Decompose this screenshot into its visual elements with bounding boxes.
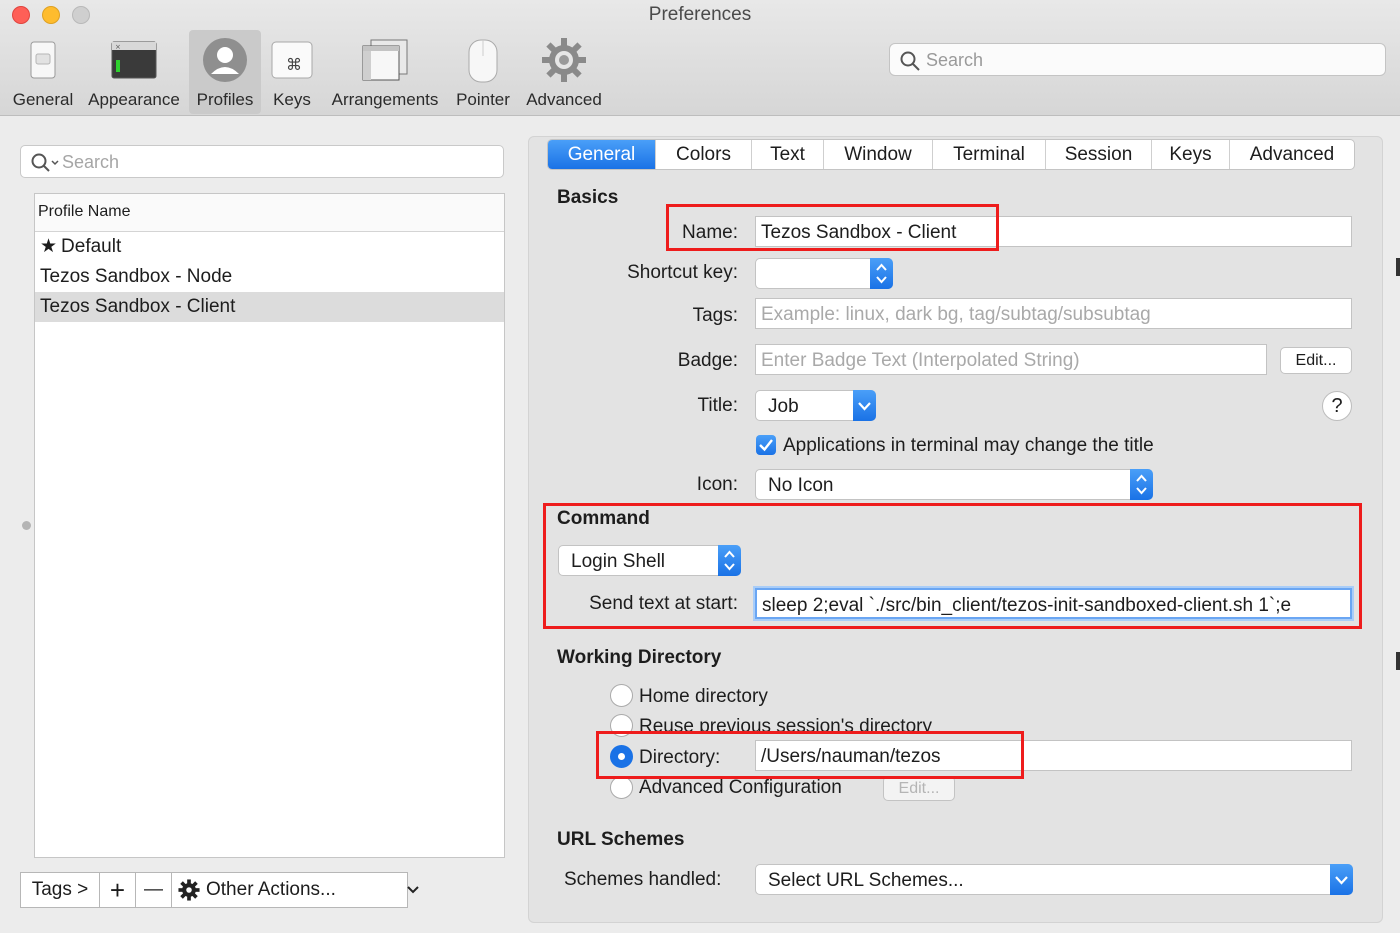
schemes-handled-label: Schemes handled:	[564, 869, 722, 890]
profile-actions-bar: Tags > + — Other Actions...	[20, 872, 419, 908]
tags-button[interactable]: Tags >	[21, 873, 100, 907]
badge-edit-button[interactable]: Edit...	[1280, 347, 1352, 374]
profiles-person-icon	[201, 36, 249, 84]
profile-row-tezos-client[interactable]: Tezos Sandbox - Client	[35, 292, 504, 322]
tab-colors[interactable]: Colors	[656, 140, 752, 169]
title-label: Title:	[697, 395, 738, 416]
tab-advanced[interactable]: Advanced	[1230, 140, 1354, 169]
window-title: Preferences	[648, 4, 752, 25]
annotation-box-directory	[596, 731, 1024, 779]
other-actions-menu[interactable]: Other Actions...	[172, 873, 419, 907]
default-star-icon: ★	[40, 236, 58, 257]
apps-change-title-label: Applications in terminal may change the …	[783, 435, 1154, 456]
toolbar-search-placeholder: Search	[926, 50, 984, 70]
splitter-handle[interactable]	[22, 521, 31, 530]
chevron-down-icon	[1330, 864, 1353, 895]
edge-artifact	[1396, 258, 1400, 276]
badge-label: Badge:	[677, 350, 738, 371]
profile-row-default[interactable]: ★ Default	[35, 232, 504, 262]
toolbar-search-field[interactable]: Search	[889, 43, 1386, 76]
checkmark-icon	[759, 439, 773, 452]
advanced-configuration-radio[interactable]	[610, 776, 633, 799]
svg-text:×: ×	[115, 43, 121, 51]
window-titlebar: Preferences General × Appearance Profile…	[0, 0, 1400, 116]
appearance-window-icon: ×	[110, 36, 158, 84]
tab-general[interactable]: General	[548, 140, 656, 169]
arrangements-windows-icon	[361, 36, 409, 84]
toolbar-arrangements[interactable]: Arrangements	[326, 30, 444, 114]
popup-arrows-icon	[870, 258, 893, 289]
title-popup[interactable]: Job	[755, 390, 876, 421]
toolbar-pointer[interactable]: Pointer	[451, 30, 515, 114]
toolbar-advanced[interactable]: Advanced	[522, 30, 606, 114]
shortcut-key-label: Shortcut key:	[627, 262, 738, 283]
toolbar-keys[interactable]: ⌘ Keys	[266, 30, 318, 114]
command-key-icon: ⌘	[268, 36, 316, 84]
profile-row-tezos-node[interactable]: Tezos Sandbox - Node	[35, 262, 504, 292]
profile-list: Profile Name ★ Default Tezos Sandbox - No…	[34, 193, 505, 858]
profile-search-field[interactable]: Search	[20, 145, 504, 178]
profile-row-label: Default	[61, 236, 122, 257]
annotation-box-command	[543, 503, 1362, 629]
basics-heading: Basics	[557, 187, 619, 208]
general-switch-icon	[19, 36, 67, 84]
column-header-profile-name[interactable]: Profile Name	[35, 194, 504, 232]
toolbar-profiles[interactable]: Profiles	[189, 30, 261, 114]
icon-value: No Icon	[768, 475, 834, 496]
tags-label: Tags:	[692, 305, 738, 326]
advanced-configuration-edit-button[interactable]: Edit...	[883, 776, 955, 801]
url-schemes-popup[interactable]: Select URL Schemes...	[755, 864, 1353, 895]
gear-icon	[540, 36, 588, 84]
tab-keys[interactable]: Keys	[1152, 140, 1230, 169]
title-value: Job	[768, 396, 799, 417]
search-icon	[899, 50, 921, 77]
search-icon	[30, 152, 60, 179]
badge-field[interactable]: Enter Badge Text (Interpolated String)	[755, 344, 1267, 375]
other-actions-label: Other Actions...	[206, 879, 336, 900]
profile-row-label: Tezos Sandbox - Node	[40, 266, 233, 287]
icon-popup[interactable]: No Icon	[755, 469, 1153, 500]
settings-tabs: General Colors Text Window Terminal Sess…	[547, 139, 1355, 170]
popup-arrows-icon	[1130, 469, 1153, 500]
edge-artifact	[1396, 652, 1400, 670]
toolbar-appearance[interactable]: × Appearance	[84, 30, 184, 114]
add-profile-button[interactable]: +	[100, 873, 136, 907]
home-directory-label: Home directory	[639, 686, 768, 707]
chevron-down-icon	[853, 390, 876, 421]
tab-window[interactable]: Window	[824, 140, 933, 169]
chevron-down-icon	[406, 879, 420, 901]
url-schemes-heading: URL Schemes	[557, 829, 685, 850]
tab-terminal[interactable]: Terminal	[933, 140, 1046, 169]
tab-text[interactable]: Text	[752, 140, 824, 169]
toolbar-general[interactable]: General	[8, 30, 78, 114]
shortcut-key-popup[interactable]	[755, 258, 893, 289]
svg-text:⌘: ⌘	[286, 55, 302, 74]
url-schemes-value: Select URL Schemes...	[768, 870, 964, 891]
working-directory-heading: Working Directory	[557, 647, 722, 668]
tags-field[interactable]: Example: linux, dark bg, tag/subtag/subs…	[755, 298, 1352, 329]
advanced-configuration-label: Advanced Configuration	[639, 777, 842, 798]
home-directory-radio[interactable]	[610, 684, 633, 707]
gear-icon	[178, 879, 200, 901]
annotation-box-name	[666, 204, 999, 251]
remove-profile-button[interactable]: —	[136, 873, 172, 907]
apps-change-title-checkbox[interactable]	[756, 435, 776, 455]
profile-search-placeholder: Search	[62, 152, 120, 172]
tab-session[interactable]: Session	[1046, 140, 1152, 169]
help-button[interactable]: ?	[1322, 391, 1352, 421]
profile-row-label: Tezos Sandbox - Client	[40, 296, 236, 317]
mouse-icon	[459, 36, 507, 84]
icon-label: Icon:	[696, 474, 738, 495]
